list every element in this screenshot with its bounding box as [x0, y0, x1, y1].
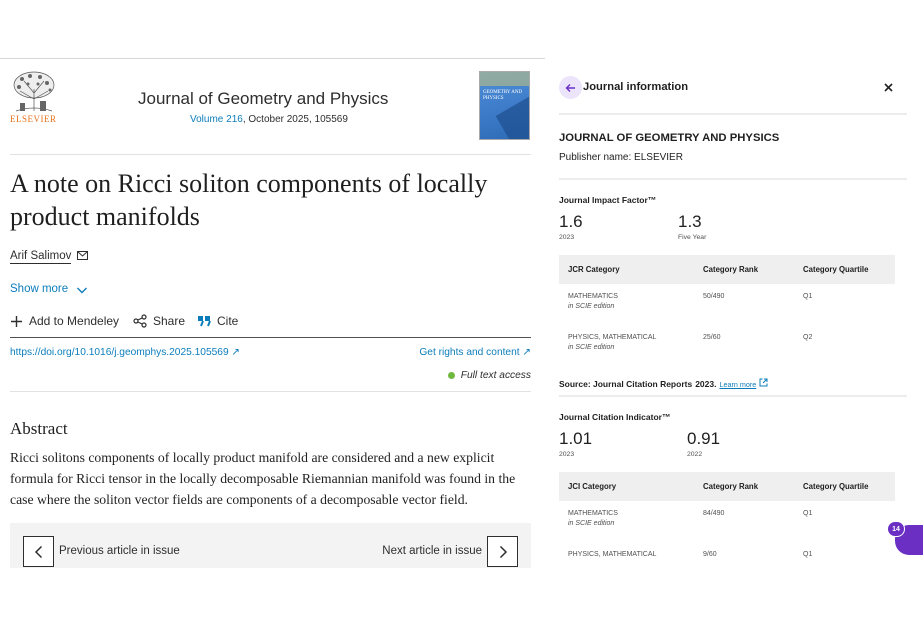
header-divider [0, 58, 545, 59]
show-more-button[interactable]: Show more [10, 283, 68, 295]
share-icon [133, 314, 147, 328]
get-rights-link[interactable]: Get rights and content ↗ [419, 347, 531, 358]
issue-details: , October 2025, 105569 [242, 114, 348, 125]
next-article-label[interactable]: Next article in issue [382, 545, 482, 557]
panel-divider [559, 178, 907, 180]
citation-indicator-year: 2023 [559, 451, 575, 458]
cite-button[interactable]: Cite [197, 313, 238, 329]
source-year: 2023. [695, 379, 717, 389]
category-quartile: Q1 [803, 293, 813, 300]
rights-text: Get rights and content [419, 347, 520, 358]
external-link-icon[interactable] [759, 378, 768, 387]
column-header: JCR Category [568, 265, 620, 274]
arrow-left-icon [565, 83, 575, 92]
citation-indicator-value: 1.01 [559, 429, 593, 448]
category-quartile: Q1 [803, 551, 813, 558]
column-header: Category Rank [703, 482, 759, 491]
five-year-label: Five Year [678, 234, 707, 241]
impact-factor-year: 2023 [559, 234, 575, 241]
close-icon[interactable] [882, 81, 895, 94]
jcr-category-table: JCR Category Category Rank Category Quar… [559, 255, 895, 369]
abstract-heading: Abstract [10, 419, 68, 438]
chevron-down-icon[interactable] [76, 284, 88, 296]
divider [10, 337, 531, 338]
category-rank: 9/60 [703, 551, 717, 558]
external-link-arrow-icon: ↗ [231, 347, 241, 358]
category-edition: in SCIE edition [568, 520, 615, 527]
jci-category-table: JCI Category Category Rank Category Quar… [559, 472, 895, 562]
table-header-row: JCR Category Category Rank Category Quar… [559, 255, 895, 284]
share-label: Share [153, 314, 186, 328]
issue-line: Volume 216, October 2025, 105569 [190, 114, 348, 125]
table-row: MATHEMATICS in SCIE edition 84/490 Q1 [559, 501, 895, 542]
five-year-impact-value: 1.3 [678, 212, 702, 231]
journal-name: JOURNAL OF GEOMETRY AND PHYSICS [559, 132, 780, 144]
mendeley-label: Add to Mendeley [29, 314, 120, 328]
category-rank: 25/60 [703, 334, 721, 341]
column-header: Category Quartile [803, 265, 869, 274]
citation-indicator-prev-value: 0.91 [687, 429, 721, 448]
back-button[interactable] [559, 76, 582, 99]
volume-link[interactable]: Volume 216 [190, 114, 243, 125]
impact-factor-value: 1.6 [559, 212, 583, 231]
panel-divider [559, 395, 907, 397]
category-edition: in SCIE edition [568, 303, 615, 310]
category-name: MATHEMATICS [568, 293, 618, 300]
category-edition: in SCIE edition [568, 344, 615, 351]
category-quartile: Q2 [803, 334, 813, 341]
abstract-text: Ricci solitons components of locally pro… [10, 450, 516, 507]
share-button[interactable]: Share [133, 313, 185, 329]
divider [10, 391, 531, 392]
next-article-button[interactable] [487, 536, 518, 567]
column-header: Category Rank [703, 265, 759, 274]
impact-factor-heading: Journal Impact Factor™ [559, 195, 657, 205]
notification-count-badge[interactable]: 14 [887, 521, 905, 537]
category-rank: 84/490 [703, 510, 725, 517]
chevron-right-icon [499, 545, 507, 558]
publisher-name: Publisher name: ELSEVIER [559, 152, 683, 163]
divider [10, 154, 531, 155]
author-link[interactable]: Arif Salimov [10, 250, 72, 264]
citation-indicator-prev-year: 2022 [687, 451, 703, 458]
category-name: PHYSICS, MATHEMATICAL [568, 334, 657, 341]
table-row: MATHEMATICS in SCIE edition 50/490 Q1 [559, 284, 895, 325]
source-text: Source: Journal Citation Reports [559, 379, 693, 389]
column-header: Category Quartile [803, 482, 869, 491]
table-header-row: JCI Category Category Rank Category Quar… [559, 472, 895, 501]
table-row: PHYSICS, MATHEMATICAL in SCIE edition 25/… [559, 325, 895, 369]
journal-cover-image[interactable]: GEOMETRY AND PHYSICS [479, 71, 530, 140]
panel-title: Journal information [583, 81, 689, 93]
access-status-dot [447, 372, 455, 379]
journal-title-link[interactable]: Journal of Geometry and Physics [138, 89, 388, 109]
quote-icon [198, 316, 211, 327]
category-name: MATHEMATICS [568, 510, 618, 517]
cover-title: GEOMETRY AND PHYSICS [483, 90, 523, 101]
doi-text: https://doi.org/10.1016/j.geomphys.2025.… [10, 347, 229, 358]
panel-divider [559, 113, 907, 115]
citation-indicator-heading: Journal Citation Indicator™ [559, 412, 671, 422]
category-rank: 50/490 [703, 293, 725, 300]
cite-label: Cite [217, 314, 239, 328]
plus-icon [11, 315, 22, 327]
previous-article-button[interactable] [23, 536, 54, 567]
article-title: A note on Ricci soliton components of lo… [10, 169, 488, 231]
column-header: JCI Category [568, 482, 617, 491]
add-to-mendeley-button[interactable]: Add to Mendeley [10, 313, 119, 329]
chevron-left-icon [34, 545, 42, 558]
email-icon[interactable] [77, 251, 88, 260]
learn-more-link[interactable]: Learn more [719, 380, 756, 389]
category-name: PHYSICS, MATHEMATICAL [568, 551, 657, 558]
external-link-arrow-icon: ↗ [522, 347, 531, 358]
access-label: Full text access [460, 370, 531, 381]
full-text-access-status: Full text access [447, 370, 531, 381]
previous-article-label[interactable]: Previous article in issue [59, 545, 180, 557]
elsevier-wordmark: ELSEVIER [10, 114, 57, 124]
category-quartile: Q1 [803, 510, 813, 517]
doi-link[interactable]: https://doi.org/10.1016/j.geomphys.2025.… [10, 347, 240, 358]
table-row: PHYSICS, MATHEMATICAL 9/60 Q1 [559, 542, 895, 562]
source-note: Source: Journal Citation Reports 2023. L… [559, 378, 768, 389]
